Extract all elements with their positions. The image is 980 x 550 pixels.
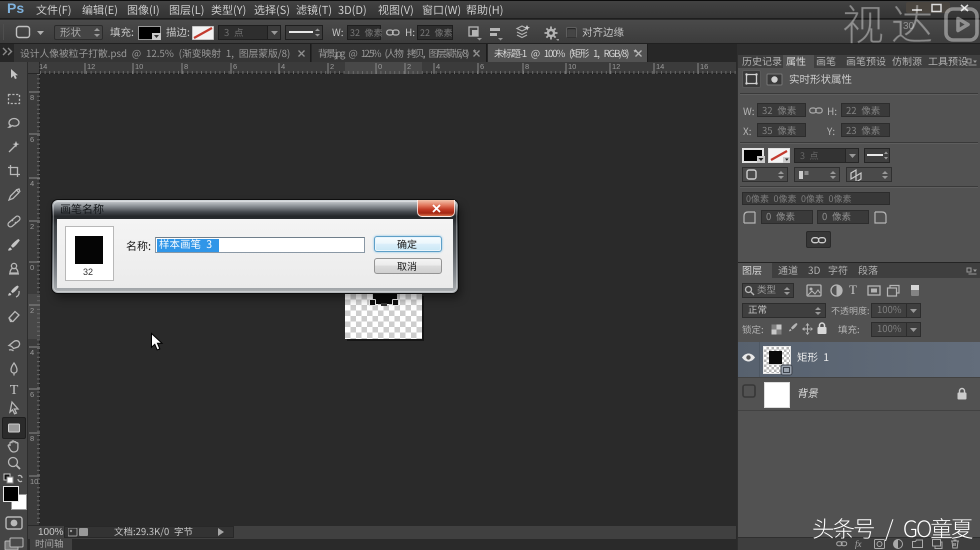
svg-text:T: T bbox=[10, 383, 19, 397]
